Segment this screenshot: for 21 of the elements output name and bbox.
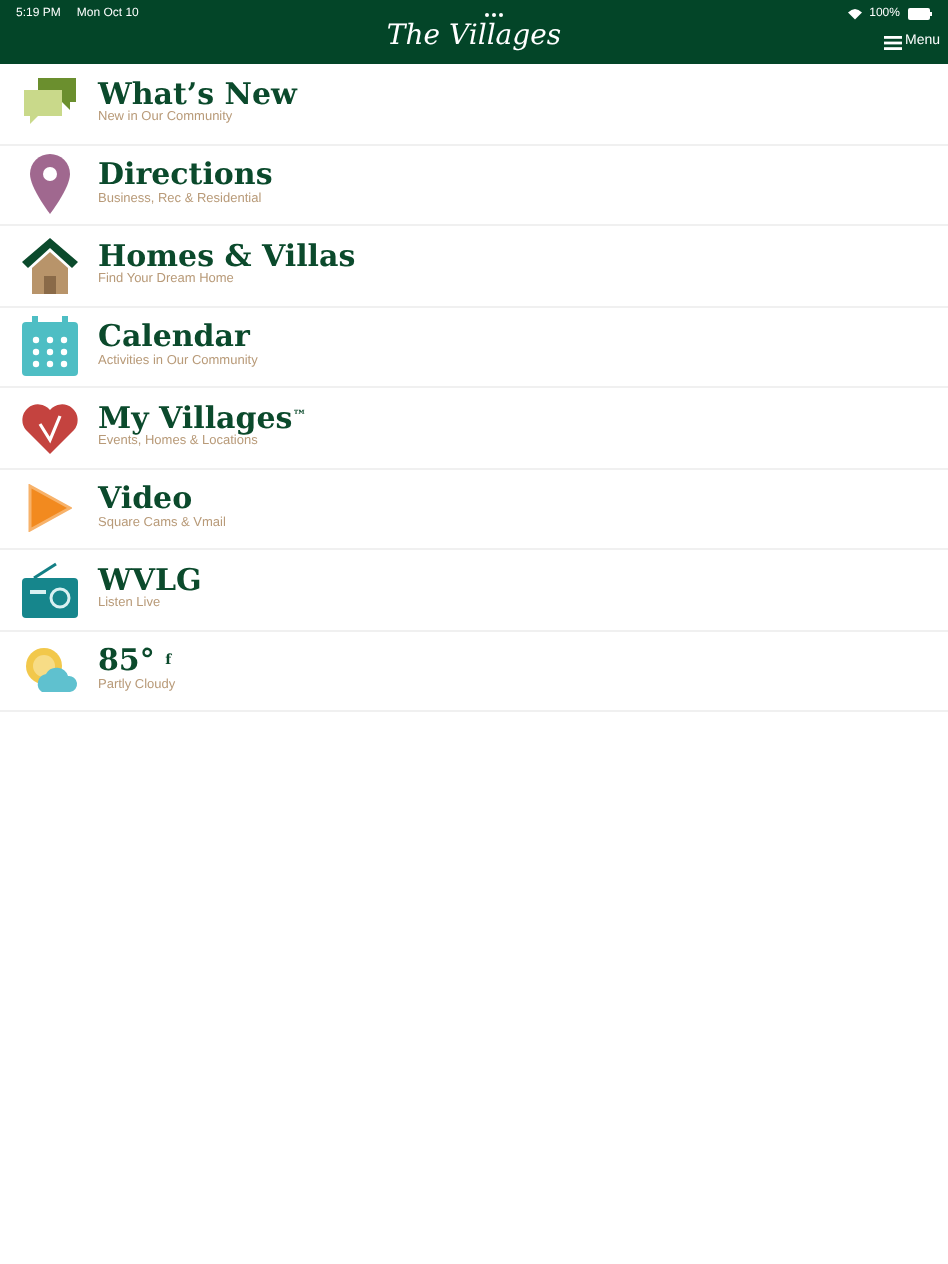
house-icon: [22, 237, 78, 294]
sun-cloud-icon: [22, 644, 78, 697]
calendar-icon: [22, 316, 78, 377]
wifi-icon: [847, 8, 862, 20]
item-title: What’s New: [98, 79, 297, 111]
more-dots-icon: [483, 11, 503, 17]
battery-icon: [907, 8, 932, 20]
radio-icon: [22, 561, 78, 618]
map-pin-icon: [30, 154, 70, 215]
item-title: Directions: [98, 160, 273, 192]
item-title: 85° $^{f}$: [98, 646, 172, 678]
item-title: Video: [98, 484, 193, 516]
menu-icon: [884, 35, 903, 50]
item-title: My Villages$^{™}$: [98, 403, 307, 435]
item-title: Homes & Villas: [98, 241, 356, 273]
speech-bubbles-icon: [22, 77, 78, 130]
item-title: Calendar: [98, 322, 250, 354]
item-title: WVLG: [98, 565, 202, 597]
heart-icon: [22, 401, 78, 454]
play-icon: [28, 484, 72, 533]
logo-text: The Villages: [386, 20, 562, 52]
